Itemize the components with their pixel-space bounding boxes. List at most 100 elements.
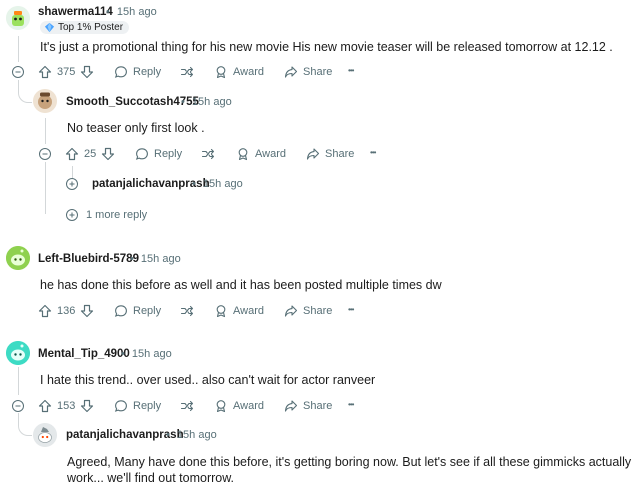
share-button[interactable]: Share bbox=[284, 304, 332, 318]
crosspost-icon bbox=[180, 305, 194, 317]
vote-group: 25 bbox=[65, 147, 115, 161]
award-label: Award bbox=[233, 66, 264, 78]
snoo-avatar-icon bbox=[6, 246, 30, 270]
comment-time: • 15h ago bbox=[130, 253, 181, 265]
more-replies-label: 1 more reply bbox=[86, 209, 148, 221]
comment-username[interactable]: shawerma114 bbox=[38, 6, 113, 18]
share-label: Share bbox=[303, 66, 333, 78]
downvote-icon[interactable] bbox=[101, 147, 115, 161]
more-options-icon: ••• bbox=[348, 66, 354, 75]
share-button[interactable]: Share bbox=[306, 147, 354, 161]
time-label: 15h ago bbox=[202, 178, 243, 190]
more-options-button[interactable]: ••• bbox=[370, 148, 376, 157]
thread-line bbox=[45, 118, 46, 144]
vote-group: 136 bbox=[38, 304, 94, 318]
comment-body: he has done this before as well and it h… bbox=[40, 278, 442, 292]
vote-group: 153 bbox=[38, 399, 94, 413]
crosspost-button[interactable] bbox=[180, 65, 194, 79]
award-button[interactable]: Award bbox=[214, 399, 264, 413]
share-icon bbox=[284, 305, 298, 317]
crosspost-button[interactable] bbox=[180, 304, 194, 318]
share-label: Share bbox=[325, 148, 355, 160]
award-button[interactable]: Award bbox=[214, 304, 264, 318]
plus-icon bbox=[69, 181, 75, 187]
vote-count: 375 bbox=[57, 66, 76, 78]
crosspost-button[interactable] bbox=[180, 399, 194, 413]
separator: • bbox=[106, 6, 110, 18]
comment-body-line-2: work... we'll find out tomorrow. bbox=[67, 471, 235, 485]
avatar[interactable] bbox=[33, 423, 57, 447]
snoo-avatar-icon bbox=[33, 89, 57, 113]
expand-toggle[interactable] bbox=[66, 178, 78, 190]
upvote-icon[interactable] bbox=[38, 304, 52, 318]
comment-body-line-1: Agreed, Many have done this before, it's… bbox=[67, 455, 632, 469]
thread-line bbox=[18, 367, 19, 395]
avatar[interactable] bbox=[33, 89, 57, 113]
share-button[interactable]: Share bbox=[284, 399, 332, 413]
more-options-button[interactable]: ••• bbox=[348, 400, 354, 409]
snoo-avatar-icon bbox=[6, 6, 30, 30]
upvote-icon[interactable] bbox=[38, 399, 52, 413]
vote-count: 153 bbox=[57, 400, 76, 412]
thread-line bbox=[18, 36, 19, 62]
thread-connector bbox=[18, 413, 32, 436]
more-options-button[interactable]: ••• bbox=[348, 305, 354, 314]
plus-icon bbox=[69, 212, 75, 218]
time-label: 15h ago bbox=[176, 429, 217, 441]
speech-bubble-icon bbox=[135, 148, 148, 160]
time-label: 15h ago bbox=[140, 253, 181, 265]
comment-username[interactable]: Mental_Tip_4900 bbox=[38, 348, 130, 360]
comment-username[interactable]: Left-Bluebird-5789 bbox=[38, 253, 139, 265]
comment-time: • 15h ago bbox=[106, 6, 157, 18]
share-icon bbox=[284, 400, 298, 412]
speech-bubble-icon bbox=[114, 400, 127, 412]
time-label: 15h ago bbox=[131, 348, 172, 360]
vote-group: 375 bbox=[38, 65, 94, 79]
avatar[interactable] bbox=[6, 341, 30, 365]
reply-button[interactable]: Reply bbox=[114, 304, 161, 318]
reply-button[interactable]: Reply bbox=[114, 399, 161, 413]
reply-label: Reply bbox=[133, 400, 162, 412]
reply-label: Reply bbox=[154, 148, 183, 160]
separator: • bbox=[166, 429, 170, 441]
vote-count: 136 bbox=[57, 305, 76, 317]
award-button[interactable]: Award bbox=[214, 65, 264, 79]
collapse-toggle[interactable] bbox=[39, 148, 51, 160]
more-replies-link[interactable]: 1 more reply bbox=[66, 209, 147, 221]
award-icon bbox=[216, 305, 226, 318]
reply-label: Reply bbox=[133, 66, 162, 78]
share-button[interactable]: Share bbox=[284, 65, 332, 79]
downvote-icon[interactable] bbox=[80, 304, 94, 318]
reply-button[interactable]: Reply bbox=[135, 147, 182, 161]
more-options-icon: ••• bbox=[370, 148, 376, 157]
speech-bubble-icon bbox=[114, 66, 127, 78]
upvote-icon[interactable] bbox=[38, 65, 52, 79]
speech-bubble-icon bbox=[114, 305, 127, 317]
comment-body: It's just a promotional thing for his ne… bbox=[40, 40, 613, 54]
crosspost-button[interactable] bbox=[201, 147, 215, 161]
collapse-toggle[interactable] bbox=[12, 400, 24, 412]
comment-time: • 15h ago bbox=[181, 96, 232, 108]
downvote-icon[interactable] bbox=[80, 65, 94, 79]
thread-connector bbox=[45, 162, 46, 214]
downvote-icon[interactable] bbox=[80, 399, 94, 413]
expand-toggle bbox=[66, 209, 78, 221]
avatar[interactable] bbox=[6, 6, 30, 30]
time-label: 15h ago bbox=[191, 96, 232, 108]
award-icon bbox=[216, 400, 226, 413]
reply-button[interactable]: Reply bbox=[114, 65, 161, 79]
comment-username[interactable]: Smooth_Succotash4755 bbox=[66, 96, 199, 108]
separator: • bbox=[121, 348, 125, 360]
share-label: Share bbox=[303, 400, 333, 412]
crosspost-icon bbox=[201, 148, 215, 160]
crosspost-icon bbox=[180, 400, 194, 412]
award-icon bbox=[216, 66, 226, 79]
award-button[interactable]: Award bbox=[236, 147, 286, 161]
reply-label: Reply bbox=[133, 305, 162, 317]
collapse-toggle[interactable] bbox=[12, 66, 24, 78]
upvote-icon[interactable] bbox=[65, 147, 79, 161]
minus-icon bbox=[15, 405, 21, 407]
award-label: Award bbox=[233, 400, 264, 412]
avatar[interactable] bbox=[6, 246, 30, 270]
more-options-button[interactable]: ••• bbox=[348, 66, 354, 75]
